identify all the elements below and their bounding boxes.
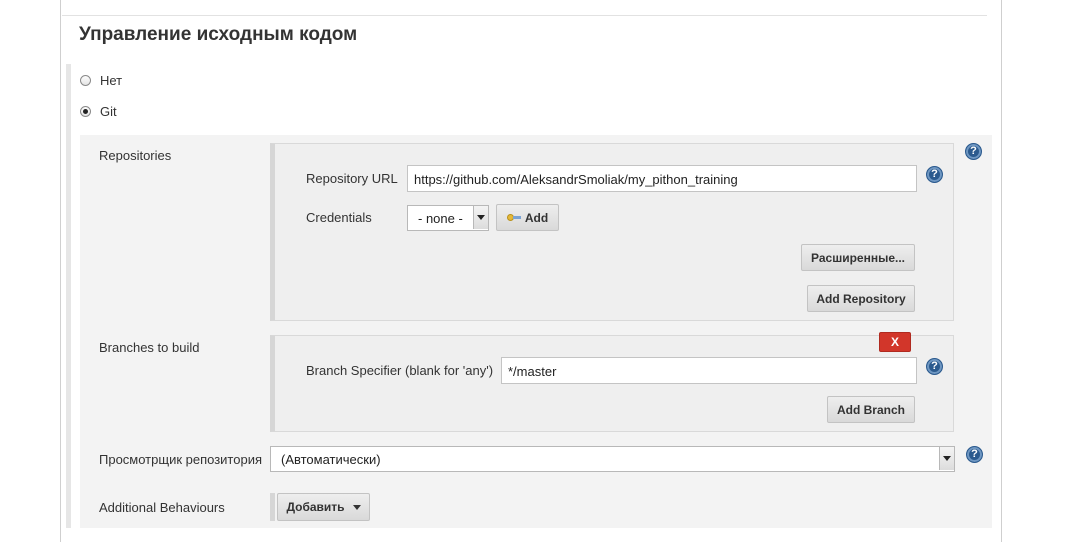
delete-branch-button[interactable]: X [879, 332, 911, 352]
radio-none[interactable] [80, 75, 91, 86]
repository-url-input[interactable]: https://github.com/AleksandrSmoliak/my_p… [407, 165, 917, 192]
scm-option-git[interactable]: Git [80, 104, 117, 119]
repository-browser-label: Просмотрщик репозитория [99, 452, 263, 467]
additional-behaviours-label: Additional Behaviours [99, 500, 225, 515]
chevron-down-icon [352, 504, 361, 510]
repository-browser-select[interactable]: (Автоматически) [270, 446, 955, 472]
repository-url-label: Repository URL [306, 171, 398, 186]
key-icon [506, 214, 521, 221]
add-behaviour-label: Добавить [286, 500, 345, 514]
add-credentials-label: Add [524, 210, 549, 225]
add-credentials-button[interactable]: Add [496, 204, 559, 231]
branches-label: Branches to build [99, 340, 200, 355]
chevron-down-icon [939, 447, 954, 470]
scm-option-git-label: Git [100, 104, 117, 119]
credentials-selected-value: - none - [418, 211, 463, 226]
add-branch-button[interactable]: Add Branch [827, 396, 915, 423]
add-repository-button[interactable]: Add Repository [807, 285, 915, 312]
credentials-select[interactable]: - none - [407, 205, 489, 231]
add-behaviour-button[interactable]: Добавить [277, 493, 370, 521]
page-frame-left-border [60, 0, 61, 542]
scm-option-none[interactable]: Нет [80, 73, 122, 88]
page-frame-right-border [1001, 0, 1002, 542]
repositories-help-icon[interactable]: ? [965, 143, 982, 160]
branch-specifier-help-icon[interactable]: ? [926, 358, 943, 375]
advanced-button[interactable]: Расширенные... [801, 244, 915, 271]
repository-browser-help-icon[interactable]: ? [966, 446, 983, 463]
credentials-label: Credentials [306, 210, 372, 225]
repositories-label: Repositories [99, 148, 172, 163]
branch-specifier-input[interactable]: */master [501, 357, 917, 384]
radio-git[interactable] [80, 106, 91, 117]
section-title: Управление исходным кодом [79, 24, 358, 45]
scm-option-none-label: Нет [100, 73, 123, 88]
repository-browser-selected-value: (Автоматически) [281, 452, 381, 467]
behaviours-indent-bar [270, 493, 275, 521]
repository-url-help-icon[interactable]: ? [926, 166, 943, 183]
branch-specifier-label: Branch Specifier (blank for 'any') [306, 363, 494, 378]
chevron-down-icon [473, 206, 488, 229]
section-divider [62, 15, 987, 16]
